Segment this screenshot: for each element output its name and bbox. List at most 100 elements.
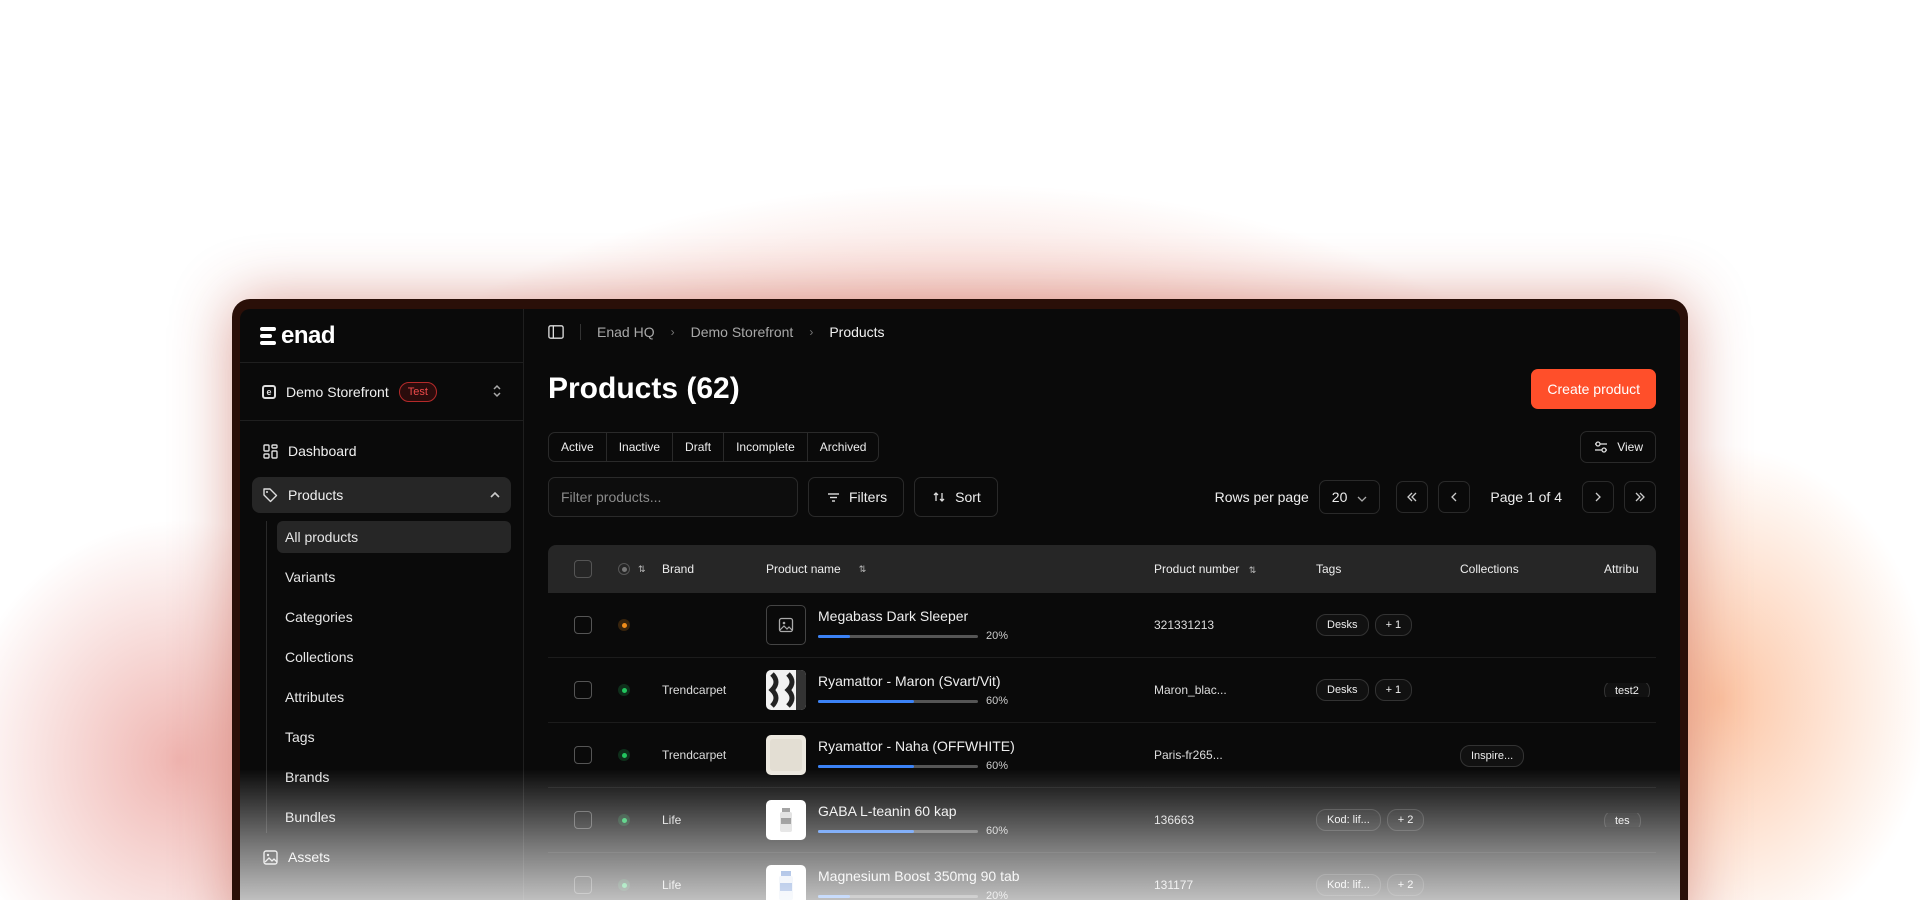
nav-dashboard-label: Dashboard [288,443,357,459]
sort-button[interactable]: Sort [914,477,998,517]
page-header: Products (62) Create product [548,369,1656,409]
status-dot-icon [618,684,630,696]
status-row: Active Inactive Draft Incomplete Archive… [548,431,1656,463]
product-name: Ryamattor - Maron (Svart/Vit) [818,673,1001,689]
subnav-all-products[interactable]: All products [277,521,511,553]
nav-products[interactable]: Products [252,477,511,513]
topbar: Enad HQ › Demo Storefront › Products [548,309,1656,355]
header-brand[interactable]: Brand [654,562,758,576]
table-row[interactable]: Trendcarpet Ryamattor - Maron (Svart/Vit… [548,658,1656,723]
row-checkbox[interactable] [574,746,592,764]
subnav-collections[interactable]: Collections [277,641,511,673]
app-window: enad e Demo Storefront Test Dashboard Pr… [240,309,1680,900]
tab-archived[interactable]: Archived [808,433,879,461]
table-row[interactable]: Life GABA L-teanin 60 kap 60% 136663 Kod… [548,788,1656,853]
table-row[interactable]: Trendcarpet Ryamattor - Naha (OFFWHITE) … [548,723,1656,788]
breadcrumb-org[interactable]: Enad HQ [597,324,655,340]
tag-pill[interactable]: + 1 [1374,679,1413,701]
progress-fill [818,894,850,898]
rows-per-page-select[interactable]: 20 [1318,480,1381,514]
status-dot-icon [618,749,630,761]
prev-page-button[interactable] [1438,481,1471,513]
tag-pill[interactable]: Desks [1316,679,1369,701]
nav-products-label: Products [288,487,344,503]
subnav-categories[interactable]: Categories [277,601,511,633]
attribute-pill[interactable]: test2 [1604,683,1650,697]
cell-product[interactable]: Magnesium Boost 350mg 90 tab 20% [758,865,1146,900]
first-page-button[interactable] [1396,481,1429,513]
header-attributes[interactable]: Attribu [1596,562,1656,576]
store-switcher[interactable]: e Demo Storefront Test [240,363,523,421]
product-thumbnail [766,800,806,840]
subnav-bundles[interactable]: Bundles [277,801,511,833]
next-page-button[interactable] [1582,481,1614,513]
status-column-header[interactable]: ⇅ [618,563,654,575]
view-options-button[interactable]: View [1580,431,1656,463]
tag-pill[interactable]: + 2 [1386,809,1425,831]
row-checkbox[interactable] [574,616,592,634]
logo-text: enad [281,321,336,349]
tab-draft[interactable]: Draft [673,433,725,461]
collection-pill[interactable]: Inspire... [1460,745,1525,767]
tag-pill[interactable]: + 1 [1374,614,1413,636]
tag-pill[interactable]: Desks [1316,614,1369,636]
row-checkbox[interactable] [574,811,592,829]
chevron-right-icon: › [809,325,814,339]
progress-bar [818,894,978,898]
last-page-button[interactable] [1624,481,1656,513]
chevron-left-icon [1451,492,1457,502]
progress-bar [818,634,978,638]
image-icon [262,849,278,865]
sort-icon: ⇅ [858,563,867,574]
subnav-tags[interactable]: Tags [277,721,511,753]
progress-value: 60% [986,695,1009,707]
status-dot-icon [618,814,630,826]
nav-assets[interactable]: Assets [252,839,511,875]
subnav-brands[interactable]: Brands [277,761,511,793]
tab-incomplete[interactable]: Incomplete [724,433,808,461]
cell-product-number: 131177 [1154,878,1194,892]
cell-product[interactable]: Megabass Dark Sleeper 20% [758,605,1146,645]
filter-products-input[interactable] [548,477,798,517]
sort-icon: ⇅ [1248,565,1257,575]
logo-row: enad [240,309,523,363]
nav-assets-label: Assets [288,849,331,865]
subnav-attributes[interactable]: Attributes [277,681,511,713]
completeness-progress: 20% [818,890,1020,900]
sidebar-toggle-icon[interactable] [548,324,564,340]
header-product-number[interactable]: Product number ⇅ [1146,562,1308,576]
store-icon: e [262,384,276,399]
cell-tags: Kod: lif... + 2 [1308,874,1452,896]
header-collections[interactable]: Collections [1452,562,1596,576]
filters-button[interactable]: Filters [808,477,905,517]
breadcrumb-store[interactable]: Demo Storefront [691,324,794,340]
tag-pill[interactable]: Kod: lif... [1316,809,1381,831]
tag-icon [262,487,278,503]
cell-product[interactable]: Ryamattor - Maron (Svart/Vit) 60% [758,670,1146,710]
table-row[interactable]: Life Magnesium Boost 350mg 90 tab 20% 13… [548,853,1656,900]
page-title: Products (62) [548,372,740,405]
chevron-right-icon: › [670,325,675,339]
header-product-number-label: Product number [1154,562,1240,576]
select-all-checkbox[interactable] [574,560,592,578]
cell-product[interactable]: Ryamattor - Naha (OFFWHITE) 60% [758,735,1146,775]
nav-dashboard[interactable]: Dashboard [252,433,511,469]
row-checkbox[interactable] [574,876,592,894]
table-row[interactable]: Megabass Dark Sleeper 20% 321331213 Desk… [548,593,1656,658]
attribute-pill[interactable]: tes [1604,813,1641,827]
tab-active[interactable]: Active [549,433,607,461]
create-product-button[interactable]: Create product [1531,369,1656,409]
tag-pill[interactable]: Kod: lif... [1316,874,1381,896]
brand-logo[interactable]: enad [260,321,336,350]
cell-brand: Trendcarpet [662,683,727,697]
chevron-up-icon [489,488,501,502]
row-checkbox[interactable] [574,681,592,699]
tab-inactive[interactable]: Inactive [607,433,674,461]
subnav-variants[interactable]: Variants [277,561,511,593]
header-tags[interactable]: Tags [1308,562,1452,576]
header-product-name[interactable]: Product name ⇅ [758,562,1146,576]
cell-tags: Desks + 1 [1308,614,1452,636]
tag-pill[interactable]: + 2 [1386,874,1425,896]
product-thumbnail [766,605,806,645]
cell-product[interactable]: GABA L-teanin 60 kap 60% [758,800,1146,840]
